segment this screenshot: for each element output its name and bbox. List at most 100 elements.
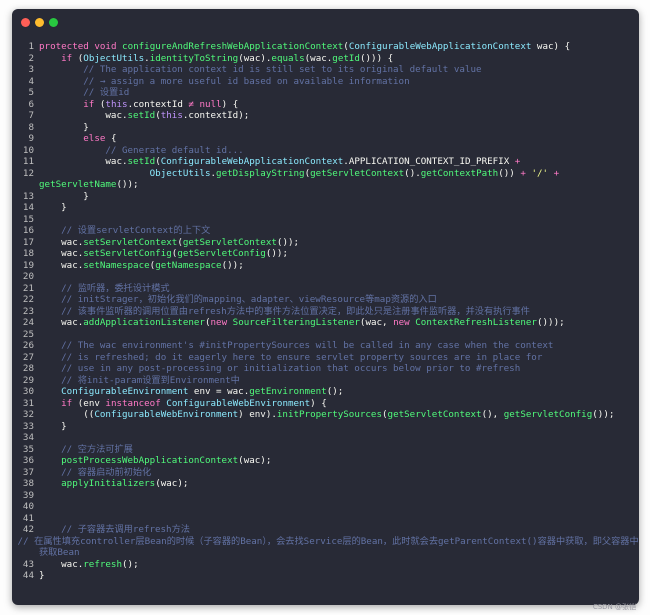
code-token: + [514,156,521,167]
line-number: 15 [22,213,34,225]
code-token: (); [122,558,139,570]
code-token: getServletContext [182,236,277,248]
code-line: 2 if (ObjectUtils.identityToString(wac).… [12,53,639,65]
code-line: 26 // The wac environment's #initPropert… [12,340,639,352]
line-number: 3 [28,64,34,75]
code-token: (( [39,409,95,420]
line-number: 32 [22,409,34,420]
close-window-button[interactable] [21,18,30,27]
code-token: ConfigurableWebApplicationContext [160,156,344,167]
code-line: 5 // 设置id [12,87,639,99]
code-token: (wac); [238,455,272,466]
code-block: 1 protected void configureAndRefreshWebAp… [12,41,639,582]
line-number: 12 [22,167,34,179]
minimize-window-button[interactable] [35,18,44,27]
line-number: 14 [22,202,34,213]
code-line: 1 protected void configureAndRefreshWebAp… [12,41,639,53]
line-number: 11 [22,156,34,167]
window-titlebar [12,9,639,37]
code-token: (env [72,397,106,409]
line-number: 26 [22,340,34,351]
code-token: this [160,110,183,121]
code-token: protected [39,41,89,52]
code-token: // 容器启动前初始化 [61,466,152,478]
line-number: 19 [22,259,34,271]
code-token: // Generate default id... [105,144,244,156]
code-token: // 监听器，委托设计模式 [61,282,170,294]
zoom-window-button[interactable] [49,18,58,27]
code-token: // initStrager，初始化我们的mapping、adapter、vie… [61,294,437,305]
code-line: 44} [12,570,639,582]
code-token: env = wac. [188,386,250,397]
code-line: 10 // Generate default id... [12,145,639,157]
code-token: getServletContext [387,409,482,420]
line-number: 13 [22,190,34,202]
code-line: 43 wac.refresh(); [12,559,639,571]
code-token: { [105,133,117,144]
line-number: 21 [22,282,34,294]
code-line: 19 wac.setNamespace(getNamespace()); [12,260,639,272]
code-token: getServletConfig [177,248,266,259]
code-token: } [39,570,45,581]
code-token: } [39,420,67,432]
code-token: getEnvironment [249,386,327,397]
code-token: applyInitializers [61,478,156,489]
code-token: ObjectUtils [149,167,211,179]
code-token: getDisplayString [216,167,305,179]
code-token: addApplicationListener [83,317,205,328]
code-line: 30 ConfigurableEnvironment env = wac.get… [12,386,639,398]
code-token: identityToString [149,52,239,64]
code-token: equals [271,52,305,64]
code-line: 36 postProcessWebApplicationContext(wac)… [12,455,639,467]
code-token: ()); [116,179,139,190]
line-number: 33 [22,420,34,432]
line-number: 17 [22,236,34,248]
code-window: 1 protected void configureAndRefreshWebAp… [12,9,639,605]
code-token: setId [127,110,156,121]
code-token: (), [481,409,504,420]
code-line: 7 wac.setId(this.contextId); [12,110,639,122]
code-line: 27 // is refreshed; do it eagerly here t… [12,352,639,364]
code-token: // The wac environment's #initPropertySo… [61,340,554,351]
code-token: // → assign a more useful id based on av… [83,75,410,87]
code-token: ) { [221,98,239,110]
code-token: ()) [498,167,521,179]
code-line: 32 ((ConfigurableWebEnvironment) env).in… [12,409,639,421]
line-number: 44 [22,570,34,581]
line-number: 4 [28,75,34,87]
code-token: ( [72,52,84,64]
code-line: 9 else { [12,133,639,145]
code-token: getServletName [39,179,117,190]
line-number: 38 [22,478,34,489]
code-token: } [39,190,89,202]
code-line: 41 [12,513,639,525]
code-line: 35 // 空方法可扩展 [12,444,639,456]
code-token: ObjectUtils [83,52,145,64]
line-number: 43 [22,558,34,570]
code-token: if [61,397,73,409]
line-number: 16 [22,225,34,236]
code-token: '/' [531,167,549,179]
code-token: // The application context id is still s… [83,64,482,75]
code-token: // 将init-param设置到Environment中 [61,374,240,386]
code-token: (). [404,167,421,179]
code-token: (wac). [238,52,272,64]
line-number: 2 [28,52,34,64]
code-line: 29 // 将init-param设置到Environment中 [12,375,639,387]
code-token: + [553,167,560,179]
code-line: 8 } [12,122,639,134]
code-token: (wac); [155,478,189,489]
code-line: 18 wac.setServletConfig(getServletConfig… [12,248,639,260]
code-token: else [83,133,106,144]
code-token: if [61,52,73,64]
